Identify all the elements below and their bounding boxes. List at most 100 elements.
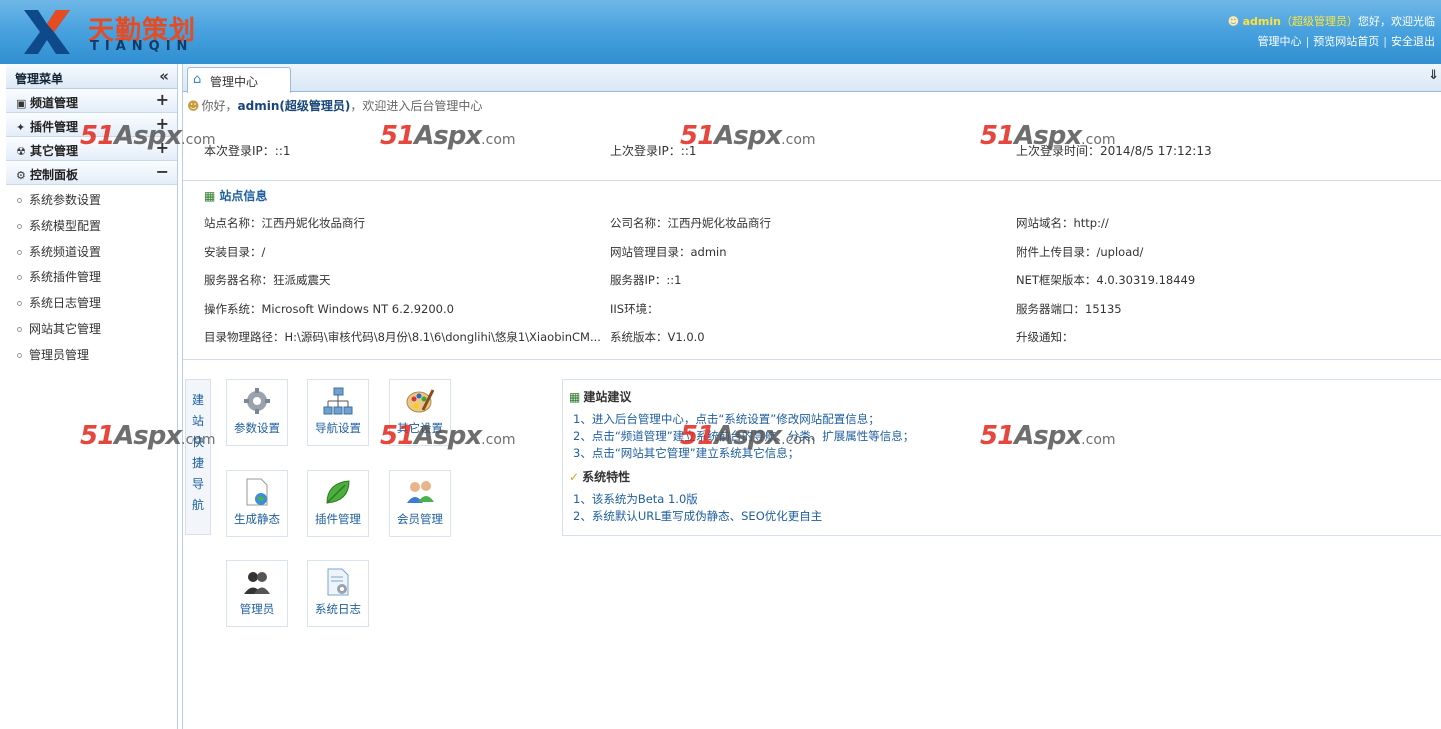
- user-icon: ☻: [187, 99, 200, 113]
- user-role: （超级管理员）: [1281, 15, 1358, 28]
- leaf-icon: [326, 480, 350, 504]
- sitemap-icon: ▦: [204, 189, 216, 203]
- sidebar-item-label: 系统插件管理: [29, 270, 102, 285]
- radiation-icon: ☢: [16, 145, 26, 158]
- chevron-double-down-icon[interactable]: ⇓: [1428, 68, 1439, 83]
- admin-users-icon: [244, 572, 270, 594]
- feature-item: 1、该系统为Beta 1.0版: [573, 492, 698, 506]
- sidebar-item-model-config[interactable]: 系统模型配置: [6, 211, 177, 237]
- user-name: admin: [1242, 15, 1281, 28]
- physical-path: 目录物理路径：H:\源码\审核代码\8月份\8.1\6\donglihi\悠泉1…: [204, 330, 601, 344]
- top-header: 天勤策划 TIANQIN ☻ admin（超级管理员）您好，欢迎光临 管理中心 |…: [0, 0, 1441, 64]
- features-title-label: 系统特性: [582, 470, 631, 484]
- sidebar-item-label: 网站其它管理: [29, 321, 102, 336]
- site-domain: 网站域名：http://: [1016, 216, 1109, 230]
- sidebar-group-plugin[interactable]: ✦ 插件管理 +: [6, 113, 177, 137]
- divider: [183, 180, 1441, 181]
- main-content: ⌂ 管理中心 ⇓ ☻ 你好，admin(超级管理员)，欢迎进入后台管理中心 本次登…: [182, 64, 1441, 729]
- iis-env: IIS环境：: [610, 302, 659, 316]
- site-info-title-label: 站点信息: [219, 189, 268, 203]
- group-label: 其它管理: [30, 144, 79, 158]
- tile-label: 生成静态: [234, 512, 280, 526]
- upload-dir: 附件上传目录：/upload/: [1016, 245, 1144, 259]
- collapse-sidebar-icon[interactable]: «: [159, 67, 169, 85]
- group-label: 频道管理: [30, 96, 79, 110]
- system-version: 系统版本：V1.0.0: [610, 330, 705, 344]
- tile-other-settings[interactable]: 其它设置: [389, 379, 451, 446]
- sidebar-item-channel-settings[interactable]: 系统频道设置: [6, 237, 177, 263]
- bullet-icon: [17, 301, 22, 307]
- sidebar-group-channel[interactable]: ▣ 频道管理 +: [6, 89, 177, 113]
- users-icon: [407, 481, 434, 503]
- bullet-icon: [17, 352, 22, 358]
- advice-title-label: 建站建议: [583, 390, 632, 404]
- tab-admin-center[interactable]: ⌂ 管理中心: [187, 67, 291, 93]
- install-dir: 安装目录：/: [204, 245, 266, 259]
- sidebar-item-plugin-management[interactable]: 系统插件管理: [6, 262, 177, 288]
- brand-logo[interactable]: 天勤策划 TIANQIN: [18, 6, 208, 56]
- advice-title: ▦ 建站建议: [569, 388, 631, 405]
- sidebar-item-admin-management[interactable]: 管理员管理: [6, 340, 177, 366]
- tile-plugin-management[interactable]: 插件管理: [307, 470, 369, 537]
- sidebar-item-log-management[interactable]: 系统日志管理: [6, 288, 177, 314]
- tile-nav-settings[interactable]: 导航设置: [307, 379, 369, 446]
- tile-label: 插件管理: [315, 512, 361, 526]
- sidebar-item-other-management[interactable]: 网站其它管理: [6, 314, 177, 340]
- quick-nav-title: 建站快捷导航: [191, 393, 204, 512]
- logo-text-en: TIANQIN: [90, 39, 194, 54]
- admin-dir: 网站管理目录：admin: [610, 245, 727, 259]
- top-links: 管理中心 | 预览网站首页 | 安全退出: [1257, 35, 1435, 48]
- group-label: 插件管理: [30, 120, 79, 134]
- tile-label: 其它设置: [397, 421, 443, 435]
- document-gear-icon: [327, 568, 349, 596]
- tile-administrators[interactable]: 管理员: [226, 560, 288, 627]
- sidebar-item-label: 系统模型配置: [29, 218, 102, 233]
- sidebar: 管理菜单 « ▣ 频道管理 + ✦ 插件管理 + ☢ 其它管理 + ⚙ 控制面板 − 系…: [6, 64, 178, 729]
- tile-param-settings[interactable]: 参数设置: [226, 379, 288, 446]
- server-port: 服务器端口：15135: [1016, 302, 1122, 316]
- advice-item: 2、点击“频道管理”建立系统前台的导航、分类、扩展属性等信息；: [573, 429, 915, 443]
- expand-icon[interactable]: +: [156, 90, 169, 109]
- expand-icon[interactable]: +: [156, 138, 169, 157]
- sidebar-group-other[interactable]: ☢ 其它管理 +: [6, 137, 177, 161]
- bullet-icon: [17, 275, 22, 281]
- sidebar-title-label: 管理菜单: [15, 72, 64, 86]
- advice-item: 1、进入后台管理中心，点击“系统设置”修改网站配置信息；: [573, 412, 880, 426]
- sidebar-title: 管理菜单 «: [6, 64, 177, 89]
- tile-label: 导航设置: [315, 421, 361, 435]
- greeting-text: 您好，欢迎光临: [1358, 15, 1435, 28]
- link-admin-center[interactable]: 管理中心: [1258, 35, 1302, 48]
- tile-generate-static[interactable]: 生成静态: [226, 470, 288, 537]
- tile-system-log[interactable]: 系统日志: [307, 560, 369, 627]
- current-login-ip: 本次登录IP：::1: [204, 144, 291, 158]
- welcome-prefix: 你好，: [201, 99, 238, 113]
- sidebar-item-system-params[interactable]: 系统参数设置: [6, 185, 177, 211]
- sidebar-item-label: 系统参数设置: [29, 193, 102, 207]
- sitemap-icon: ▦: [569, 390, 581, 404]
- server-ip: 服务器IP：::1: [610, 273, 682, 287]
- sidebar-item-label: 管理员管理: [29, 347, 90, 362]
- tab-label: 管理中心: [210, 75, 259, 89]
- group-label: 控制面板: [30, 168, 79, 182]
- last-login-ip: 上次登录IP：::1: [610, 144, 697, 158]
- sidebar-item-label: 系统频道设置: [29, 244, 102, 259]
- sidebar-group-control-panel[interactable]: ⚙ 控制面板 −: [6, 161, 177, 185]
- link-logout[interactable]: 安全退出: [1391, 35, 1435, 48]
- gear-icon: ⚙: [16, 169, 26, 182]
- divider: [183, 359, 1441, 360]
- broom-icon: ✓: [569, 470, 580, 484]
- logo-x-icon: [24, 10, 70, 54]
- tile-label: 会员管理: [397, 512, 443, 526]
- link-preview-site[interactable]: 预览网站首页: [1313, 35, 1379, 48]
- monitor-icon: ▣: [16, 97, 27, 110]
- last-login-time: 上次登录时间：2014/8/5 17:12:13: [1016, 144, 1212, 158]
- palette-icon: [406, 389, 435, 413]
- bullet-icon: [17, 326, 22, 332]
- expand-icon[interactable]: +: [156, 114, 169, 133]
- company-name: 公司名称：江西丹妮化妆品商行: [610, 216, 771, 230]
- collapse-icon[interactable]: −: [156, 162, 169, 181]
- sidebar-item-label: 系统日志管理: [29, 296, 102, 311]
- welcome-message: ☻ 你好，admin(超级管理员)，欢迎进入后台管理中心: [187, 97, 482, 114]
- tile-member-management[interactable]: 会员管理: [389, 470, 451, 537]
- feature-item: 2、系统默认URL重写成伪静态、SEO优化更自主: [573, 509, 823, 523]
